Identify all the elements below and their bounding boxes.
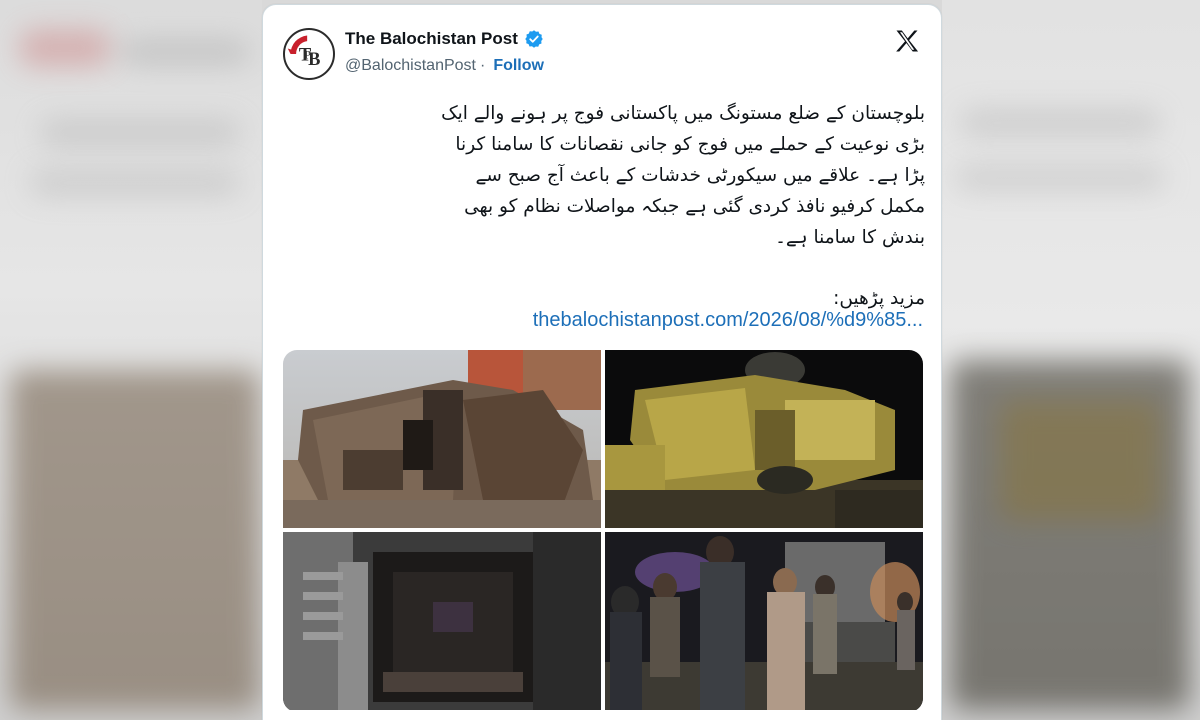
separator: · — [479, 57, 486, 74]
photo-wrecked-truck[interactable] — [283, 350, 601, 528]
tweet-card: T B P The Balochistan Post @BalochistanP… — [262, 4, 942, 720]
display-name[interactable]: The Balochistan Post — [345, 29, 518, 49]
media-grid — [283, 350, 923, 712]
photo-people-at-night[interactable] — [605, 532, 923, 710]
photo-overturned-vehicle-night[interactable] — [605, 350, 923, 528]
verified-badge-icon — [525, 30, 543, 48]
x-logo-icon[interactable] — [893, 27, 921, 55]
article-link[interactable]: thebalochistanpost.com/2026/08/%d9%85... — [533, 309, 923, 332]
tweet-text: بلوچستان کے ضلع مستونگ میں پاکستانی فوج … — [441, 103, 925, 248]
photo-burnt-interior[interactable] — [283, 532, 601, 710]
avatar[interactable]: T B P — [283, 28, 335, 80]
handle[interactable]: @BalochistanPost — [345, 57, 476, 75]
name-row: The Balochistan Post — [345, 29, 544, 49]
svg-text:P: P — [304, 48, 311, 62]
follow-button[interactable]: Follow — [493, 57, 544, 75]
tweet-header: T B P The Balochistan Post @BalochistanP… — [283, 25, 921, 81]
handle-row: @BalochistanPost · Follow — [345, 57, 544, 75]
balochistan-post-logo-icon: T B P — [287, 35, 320, 69]
